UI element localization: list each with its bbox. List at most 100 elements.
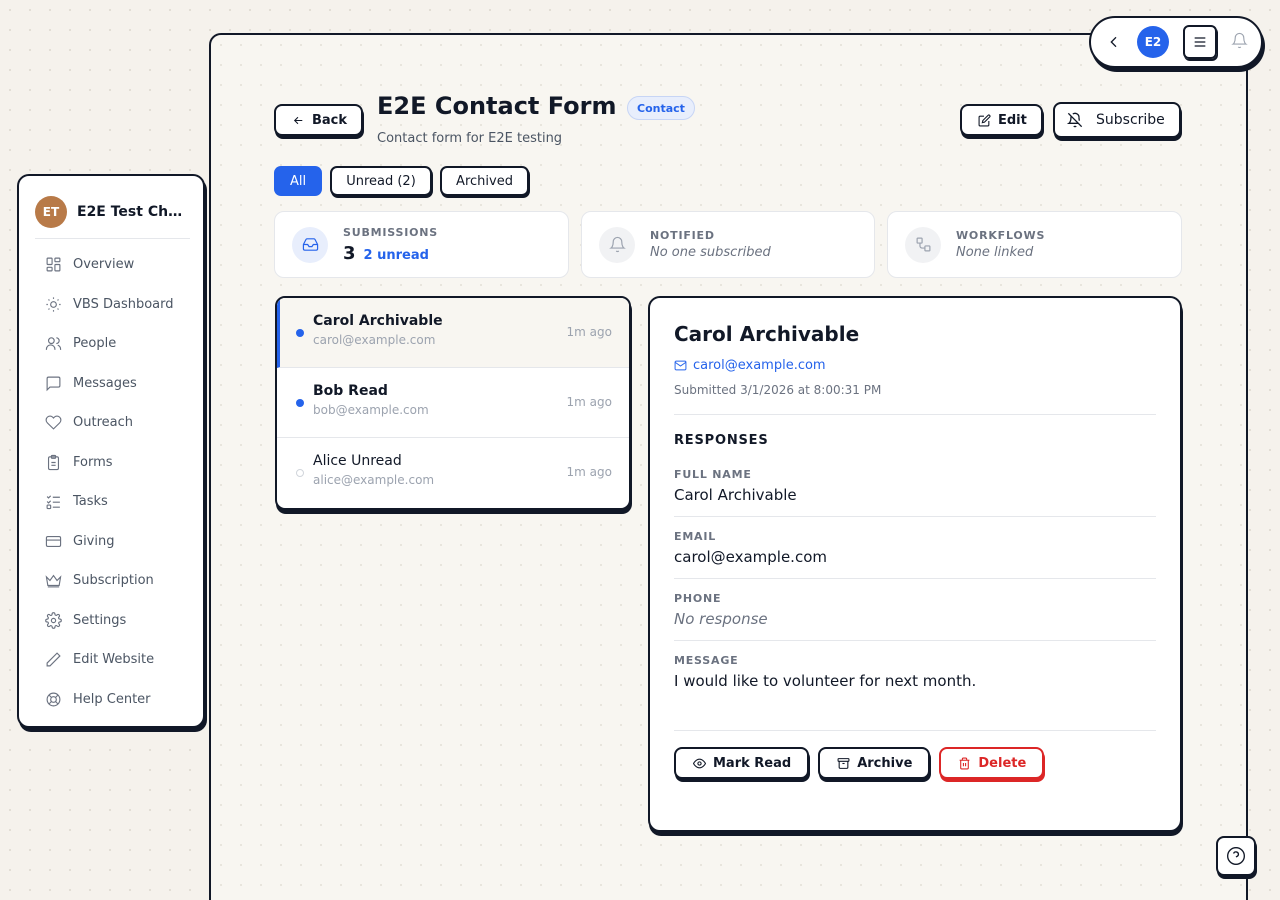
sidebar-item-outreach[interactable]: Outreach — [35, 403, 187, 443]
response-field: MESSAGE I would like to volunteer for ne… — [674, 641, 1156, 731]
list-item[interactable]: Carol Archivable carol@example.com 1m ag… — [277, 298, 629, 368]
notifications-button[interactable] — [1231, 32, 1248, 53]
tab-all[interactable]: All — [274, 166, 322, 196]
sidebar-item-vbs-dashboard[interactable]: VBS Dashboard — [35, 285, 187, 325]
top-toolbar: E2 — [1089, 16, 1263, 68]
sidebar-item-people[interactable]: People — [35, 324, 187, 364]
unread-dot — [296, 399, 304, 407]
bell-off-icon — [1067, 112, 1083, 128]
sidebar-item-overview[interactable]: Overview — [35, 245, 187, 285]
unread-count: 2 unread — [363, 247, 429, 263]
workflows-value: None linked — [956, 245, 1034, 260]
field-label: MESSAGE — [674, 654, 739, 667]
sidebar-item-label: VBS Dashboard — [73, 296, 174, 312]
submission-detail: Carol Archivable carol@example.com Submi… — [648, 296, 1182, 832]
mark-read-button[interactable]: Mark Read — [674, 747, 810, 779]
org-switcher[interactable]: ET E2E Test Church — [35, 196, 190, 239]
response-field: EMAIL carol@example.com — [674, 517, 1156, 579]
layout-grid-icon — [46, 257, 61, 272]
gear-icon — [45, 611, 62, 629]
mark-read-label: Mark Read — [713, 755, 792, 771]
sidebar-item-settings[interactable]: Settings — [35, 601, 187, 641]
inbox-icon — [292, 226, 328, 263]
field-label: EMAIL — [674, 530, 717, 543]
sidebar-item-forms[interactable]: Forms — [35, 443, 187, 483]
stat-workflows: WORKFLOWS None linked — [887, 211, 1182, 278]
stat-notified: NOTIFIED No one subscribed — [581, 211, 875, 278]
detail-email-link[interactable]: carol@example.com — [674, 358, 1156, 373]
field-value: carol@example.com — [674, 548, 827, 566]
responses-heading: RESPONSES — [674, 433, 769, 448]
edit-button[interactable]: Edit — [960, 104, 1043, 136]
form-type-badge: Contact — [627, 96, 695, 120]
field-label: FULL NAME — [674, 468, 752, 481]
sidebar-item-label: Edit Website — [73, 652, 155, 668]
menu-button[interactable] — [1183, 25, 1217, 59]
submission-time: 1m ago — [566, 325, 612, 339]
submission-time: 1m ago — [566, 465, 612, 479]
arrow-left-icon — [293, 116, 303, 124]
message-icon — [46, 376, 61, 391]
clipboard-icon — [47, 454, 60, 470]
bell-icon — [1231, 32, 1248, 48]
notified-value: No one subscribed — [650, 245, 771, 260]
page-subtitle: Contact form for E2E testing — [377, 131, 563, 146]
list-item[interactable]: Bob Read bob@example.com 1m ago — [277, 368, 629, 438]
lifebuoy-icon — [46, 692, 61, 707]
sidebar-item-label: Giving — [73, 533, 115, 549]
unread-dot — [296, 329, 304, 337]
field-label: PHONE — [674, 592, 722, 605]
sidebar-item-tasks[interactable]: Tasks — [35, 482, 187, 522]
field-value: Carol Archivable — [674, 486, 797, 504]
submission-list: Carol Archivable carol@example.com 1m ag… — [275, 296, 631, 510]
field-value: No response — [674, 610, 768, 628]
tab-unread[interactable]: Unread (2) — [330, 166, 432, 196]
sidebar-item-label: Help Center — [73, 691, 151, 707]
subscribe-button-label: Subscribe — [1096, 112, 1165, 128]
sidebar-item-label: Subscription — [73, 573, 154, 589]
list-item[interactable]: Alice Unread alice@example.com 1m ago — [277, 438, 629, 508]
help-button[interactable] — [1216, 836, 1256, 876]
detail-name: Carol Archivable — [674, 322, 860, 346]
archive-button[interactable]: Archive — [818, 747, 931, 779]
sidebar-item-giving[interactable]: Giving — [35, 522, 187, 562]
sidebar-item-label: Tasks — [73, 494, 108, 510]
back-button[interactable]: Back — [274, 104, 364, 136]
detail-actions: Mark Read Archive Delete — [674, 747, 1156, 779]
mail-icon — [674, 360, 687, 371]
edit-icon — [978, 113, 991, 126]
sun-icon — [46, 297, 61, 312]
read-dot — [296, 469, 304, 477]
sidebar-item-messages[interactable]: Messages — [35, 364, 187, 404]
user-avatar[interactable]: E2 — [1137, 26, 1169, 58]
stat-submissions: SUBMISSIONS 3 2 unread — [274, 211, 569, 278]
delete-button[interactable]: Delete — [939, 747, 1045, 779]
sidebar-item-edit-website[interactable]: Edit Website — [35, 640, 187, 680]
stat-label: SUBMISSIONS — [343, 225, 439, 239]
sidebar-item-help-center[interactable]: Help Center — [35, 680, 187, 720]
bell-icon — [599, 226, 635, 263]
sidebar-item-label: People — [73, 336, 117, 352]
collapse-button[interactable] — [1105, 33, 1123, 51]
pencil-icon — [46, 652, 61, 667]
stat-label: WORKFLOWS — [956, 229, 1046, 242]
detail-email: carol@example.com — [693, 358, 826, 373]
org-name: E2E Test Church — [77, 204, 189, 220]
submitted-at: Submitted 3/1/2026 at 8:00:31 PM — [674, 383, 1156, 415]
back-button-label: Back — [312, 112, 348, 128]
menu-icon — [1194, 37, 1206, 47]
subscribe-button[interactable]: Subscribe — [1053, 102, 1181, 138]
sidebar-item-label: Outreach — [73, 415, 133, 431]
crown-icon — [45, 574, 62, 588]
field-value: I would like to volunteer for next month… — [674, 672, 977, 690]
heart-icon — [45, 415, 62, 430]
org-avatar: ET — [35, 196, 67, 228]
page-title: E2E Contact Form — [377, 92, 617, 120]
sidebar-item-label: Overview — [73, 257, 135, 273]
response-field: FULL NAME Carol Archivable — [674, 448, 1156, 517]
delete-label: Delete — [978, 755, 1027, 771]
sidebar-item-label: Forms — [73, 454, 113, 470]
sidebar-item-subscription[interactable]: Subscription — [35, 561, 187, 601]
tab-archived[interactable]: Archived — [440, 166, 529, 196]
trash-icon — [960, 757, 970, 769]
